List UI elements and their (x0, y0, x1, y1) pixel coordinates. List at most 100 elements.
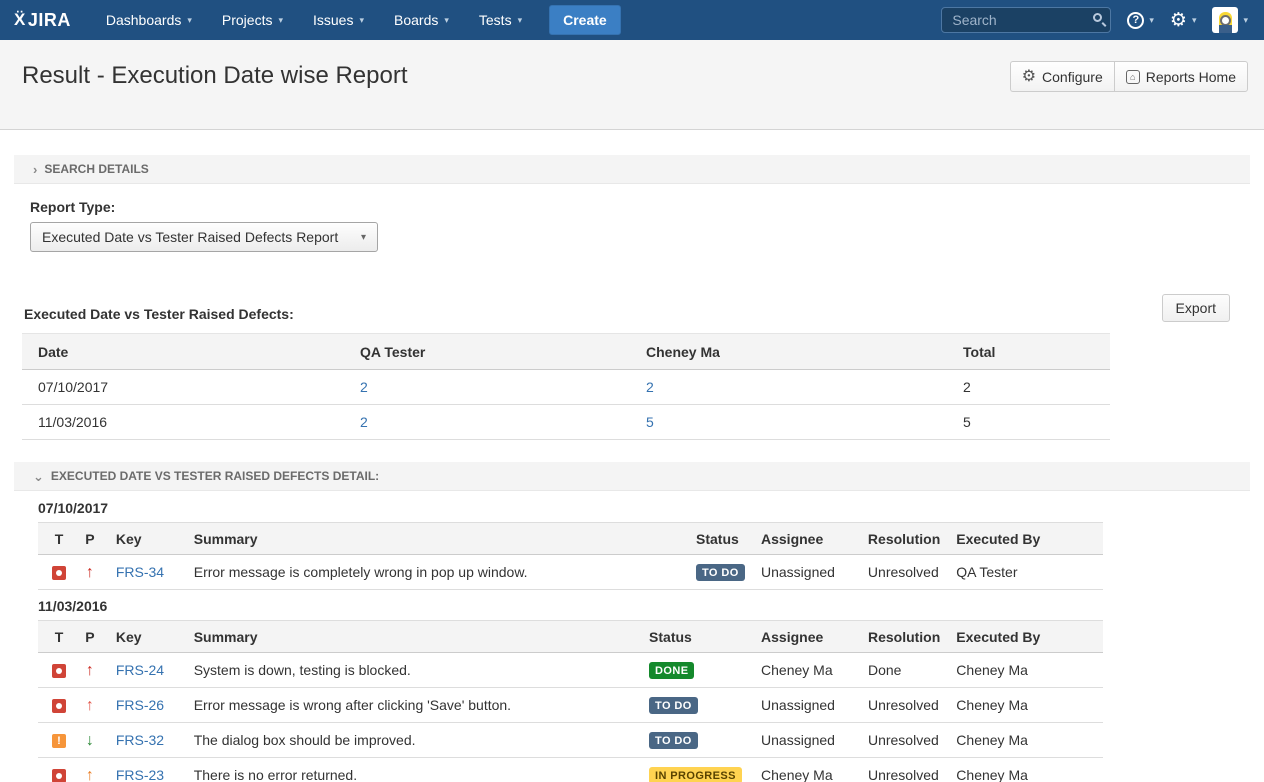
issue-key-link[interactable]: FRS-34 (116, 564, 164, 580)
table-row: ↑ FRS-26 Error message is wrong after cl… (38, 688, 1103, 723)
col-summary: Summary (186, 523, 688, 555)
summary-cell: Error message is completely wrong in pop… (186, 555, 688, 590)
resolution-cell: Unresolved (860, 758, 948, 782)
avatar (1212, 7, 1238, 33)
chevron-down-icon: ▾ (361, 232, 366, 243)
create-button[interactable]: Create (549, 5, 621, 35)
chevron-down-icon: ▾ (359, 15, 364, 26)
issue-key-link[interactable]: FRS-32 (116, 732, 164, 748)
table-row: ↑ FRS-34 Error message is completely wro… (38, 555, 1103, 590)
detail-header-row: T P Key Summary Status Assignee Resoluti… (38, 621, 1103, 653)
cheney-ma-count-link[interactable]: 5 (646, 414, 654, 430)
priority-up-icon: ↑ (86, 767, 94, 782)
table-row: 11/03/2016 2 5 5 (22, 405, 1110, 440)
search-input[interactable] (941, 7, 1111, 33)
qa-tester-count-link[interactable]: 2 (360, 379, 368, 395)
col-resolution: Resolution (860, 523, 948, 555)
reports-home-button[interactable]: ⌂ Reports Home (1114, 61, 1248, 92)
gear-icon: ⚙ (1170, 11, 1187, 30)
qa-tester-count-link[interactable]: 2 (360, 414, 368, 430)
executed-by-cell: QA Tester (948, 555, 1103, 590)
chevron-down-icon: ▾ (1192, 15, 1197, 26)
executed-by-cell: Cheney Ma (948, 653, 1103, 688)
bug-icon (52, 699, 66, 713)
configure-button[interactable]: ⚙ Configure (1010, 61, 1114, 92)
nav-boards[interactable]: Boards ▾ (379, 0, 464, 40)
status-badge: TO DO (696, 564, 745, 581)
assignee-cell: Cheney Ma (753, 758, 860, 782)
summary-cell: The dialog box should be improved. (186, 723, 641, 758)
col-cheney-ma: Cheney Ma (630, 334, 947, 370)
chevron-down-icon: ⌄ (33, 470, 44, 483)
jira-logo[interactable]: Ẍ JIRA (14, 10, 71, 31)
resolution-cell: Done (860, 653, 948, 688)
summary-cell: There is no error returned. (186, 758, 641, 782)
status-badge: TO DO (649, 732, 698, 749)
report-type-select[interactable]: Executed Date vs Tester Raised Defects R… (30, 222, 378, 252)
chevron-down-icon: ▾ (444, 15, 449, 26)
report-type-label: Report Type: (30, 199, 1264, 215)
col-total: Total (947, 334, 1110, 370)
col-status: Status (688, 523, 753, 555)
col-qa-tester: QA Tester (344, 334, 630, 370)
summary-cell: Error message is wrong after clicking 'S… (186, 688, 641, 723)
assignee-cell: Unassigned (753, 688, 860, 723)
detail-table: T P Key Summary Status Assignee Resoluti… (38, 620, 1103, 782)
resolution-cell: Unresolved (860, 688, 948, 723)
search-box (941, 7, 1111, 33)
detail-section-label: EXECUTED DATE VS TESTER RAISED DEFECTS D… (51, 469, 379, 483)
cheney-ma-count-link[interactable]: 2 (646, 379, 654, 395)
col-key: Key (108, 621, 186, 653)
admin-menu[interactable]: ⚙ ▾ (1170, 11, 1197, 30)
help-menu[interactable]: ? ▾ (1127, 12, 1154, 29)
executed-by-cell: Cheney Ma (948, 758, 1103, 782)
date-cell: 07/10/2017 (22, 370, 344, 405)
detail-section-toggle[interactable]: ⌄ EXECUTED DATE VS TESTER RAISED DEFECTS… (14, 462, 1250, 491)
top-navbar: Ẍ JIRA Dashboards ▾ Projects ▾ Issues ▾ … (0, 0, 1264, 40)
priority-up-icon: ↑ (86, 697, 94, 714)
col-assignee: Assignee (753, 621, 860, 653)
summary-cell: System is down, testing is blocked. (186, 653, 641, 688)
chevron-right-icon: › (33, 163, 37, 176)
chevron-down-icon: ▾ (518, 15, 523, 26)
col-status: Status (641, 621, 753, 653)
summary-header-row: Date QA Tester Cheney Ma Total (22, 334, 1110, 370)
issue-key-link[interactable]: FRS-26 (116, 697, 164, 713)
page-title: Result - Execution Date wise Report (22, 61, 408, 91)
jira-logo-text: JIRA (28, 10, 71, 31)
export-button[interactable]: Export (1162, 294, 1230, 322)
nav-projects[interactable]: Projects ▾ (207, 0, 298, 40)
nav-dashboards[interactable]: Dashboards ▾ (91, 0, 207, 40)
chevron-down-icon: ▾ (1243, 15, 1248, 26)
search-details-label: SEARCH DETAILS (44, 162, 148, 176)
col-priority: P (72, 523, 108, 555)
report-type-value: Executed Date vs Tester Raised Defects R… (42, 229, 338, 245)
priority-down-icon: ↓ (86, 732, 94, 749)
col-summary: Summary (186, 621, 641, 653)
total-cell: 5 (947, 405, 1110, 440)
chevron-down-icon: ▾ (187, 15, 192, 26)
group-date-heading: 07/10/2017 (38, 500, 1264, 516)
status-badge: DONE (649, 662, 694, 679)
issue-key-link[interactable]: FRS-23 (116, 767, 164, 782)
bug-icon (52, 769, 66, 782)
total-cell: 2 (947, 370, 1110, 405)
date-cell: 11/03/2016 (22, 405, 344, 440)
nav-issues[interactable]: Issues ▾ (298, 0, 379, 40)
detail-header-row: T P Key Summary Status Assignee Resoluti… (38, 523, 1103, 555)
summary-table-title: Executed Date vs Tester Raised Defects: (24, 306, 294, 322)
exclamation-icon (52, 734, 66, 748)
reports-home-icon: ⌂ (1126, 70, 1140, 84)
user-menu[interactable]: ▾ (1212, 7, 1248, 33)
nav-tests[interactable]: Tests ▾ (464, 0, 537, 40)
search-details-toggle[interactable]: › SEARCH DETAILS (14, 155, 1250, 184)
col-executed-by: Executed By (948, 523, 1103, 555)
group-date-heading: 11/03/2016 (38, 598, 1264, 614)
issue-key-link[interactable]: FRS-24 (116, 662, 164, 678)
priority-up-icon: ↑ (86, 662, 94, 679)
detail-table: T P Key Summary Status Assignee Resoluti… (38, 522, 1103, 590)
report-type-section: Report Type: Executed Date vs Tester Rai… (30, 199, 1264, 252)
executed-by-cell: Cheney Ma (948, 723, 1103, 758)
col-assignee: Assignee (753, 523, 860, 555)
table-row: 07/10/2017 2 2 2 (22, 370, 1110, 405)
